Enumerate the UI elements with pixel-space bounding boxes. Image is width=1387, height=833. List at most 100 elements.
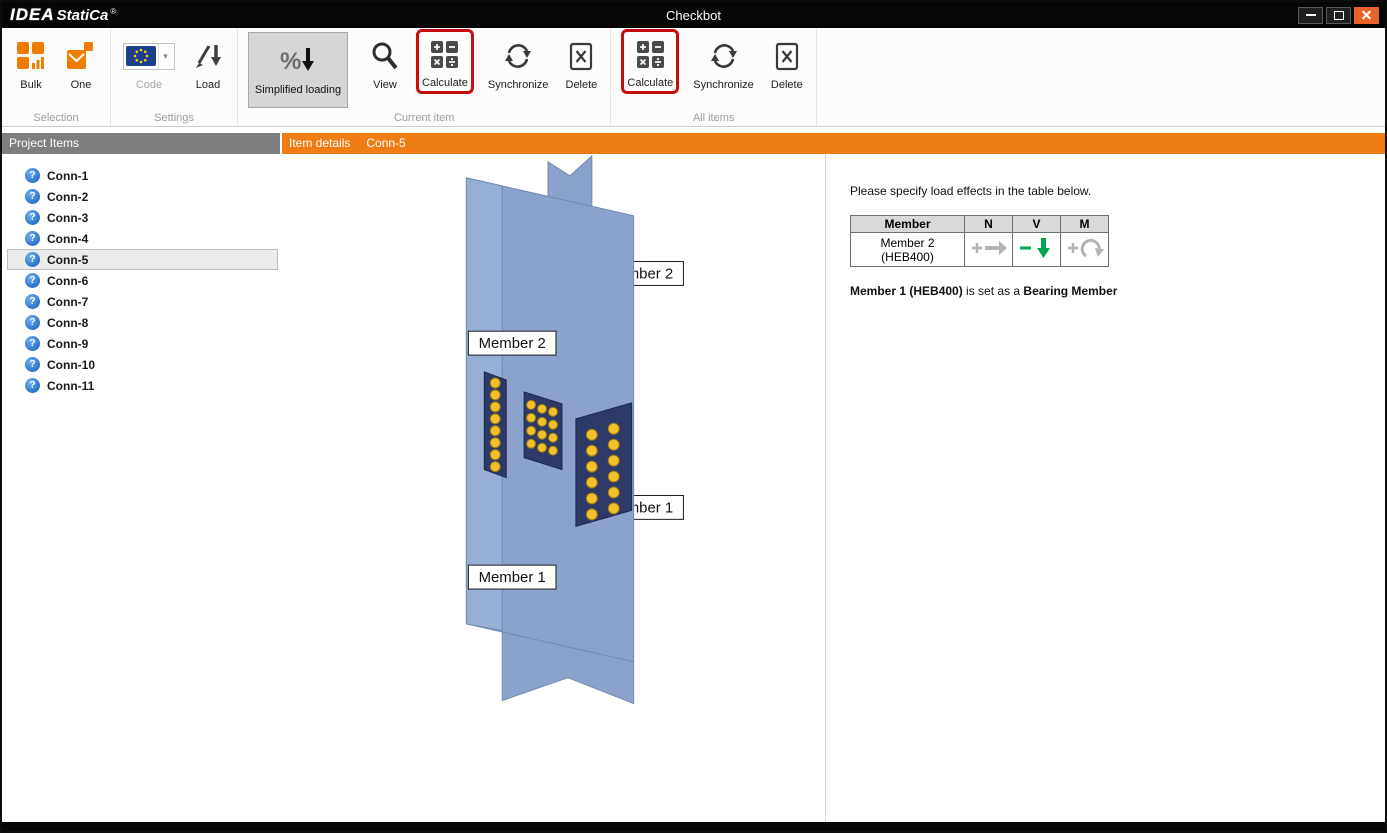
pen-download-icon [194,34,222,78]
group-label-settings: Settings [111,112,237,124]
project-items-list: ?Conn-1 ?Conn-2 ?Conn-3 ?Conn-4 ?Conn-5 … [2,154,280,822]
sidebar-item-conn-10[interactable]: ?Conn-10 [7,354,278,375]
sidebar-item-conn-8[interactable]: ?Conn-8 [7,312,278,333]
col-header-m: M [1061,216,1109,233]
group-label-all-items: All items [611,112,815,124]
question-icon: ? [25,168,40,183]
load-instruction-text: Please specify load effects in the table… [850,184,1385,198]
svg-text:%: % [280,48,301,75]
question-icon: ? [25,252,40,267]
maximize-button[interactable] [1326,7,1351,24]
sidebar-item-conn-6[interactable]: ?Conn-6 [7,270,278,291]
project-items-header: Project Items [2,133,280,154]
calculate-current-button[interactable]: Calculate [416,29,474,94]
item-details-current: Conn-5 [366,133,405,154]
sidebar-item-conn-9[interactable]: ?Conn-9 [7,333,278,354]
one-button[interactable]: One [62,32,100,93]
bulk-icon [17,34,45,78]
sidebar-item-conn-4[interactable]: ?Conn-4 [7,228,278,249]
view-button[interactable]: View [366,32,404,93]
svg-text:Member 1: Member 1 [479,569,546,586]
percent-download-icon: % [279,45,317,80]
load-effects-panel: Please specify load effects in the table… [826,154,1385,822]
question-icon: ? [25,210,40,225]
window-title: Checkbot [2,8,1385,23]
calculate-current-label: Calculate [422,77,468,89]
simplified-loading-label: Simplified loading [255,84,341,96]
title-bar: IDEA StatiCa ® Checkbot [2,2,1385,28]
delete-document-icon [774,34,800,78]
calculator-icon [637,32,664,76]
delete-current-label: Delete [566,79,598,91]
load-effects-table: Member N V M Member 2 (HEB400) [850,215,1109,267]
col-header-member: Member [851,216,965,233]
question-icon: ? [25,273,40,288]
sidebar-item-conn-7[interactable]: ?Conn-7 [7,291,278,312]
calculator-icon [431,32,458,76]
close-button[interactable] [1354,7,1379,24]
one-icon [67,34,95,78]
connection-3d-view: Member 2 Member 1 [280,154,826,822]
bolt-plate-middle [524,392,562,470]
note-bearing-text: Bearing Member [1023,284,1117,298]
magnifier-icon [371,34,399,78]
ribbon-group-settings: ▾ Code Load [111,28,238,126]
group-label-selection: Selection [2,112,110,124]
bulk-button[interactable]: Bulk [12,32,50,93]
member2-label: Member 2 [468,331,556,355]
bottom-status-bar [2,822,1385,831]
m-load-cell[interactable] [1061,233,1109,267]
question-icon: ? [25,357,40,372]
synchronize-all-label: Synchronize [693,79,754,91]
load-label: Load [196,79,220,91]
brand-registered-mark: ® [110,7,116,16]
window-controls [1298,7,1385,24]
sidebar-item-conn-5[interactable]: ?Conn-5 [7,249,278,270]
minus-arrow-down-icon [1017,236,1057,260]
sidebar-item-conn-11[interactable]: ?Conn-11 [7,375,278,396]
sidebar-item-conn-1[interactable]: ?Conn-1 [7,165,278,186]
table-row: Member 2 (HEB400) [851,233,1109,267]
col-header-v: V [1013,216,1061,233]
simplified-loading-button[interactable]: % Simplified loading [248,32,348,108]
bulk-label: Bulk [20,79,41,91]
one-label: One [71,79,92,91]
checkbot-window: IDEA StatiCa ® Checkbot [0,0,1387,833]
code-dropdown[interactable]: ▾ Code [121,32,177,93]
n-load-cell[interactable] [965,233,1013,267]
group-label-current-item: Current item [238,112,610,124]
refresh-icon [503,34,533,78]
question-icon: ? [25,189,40,204]
ribbon-group-current-item: % Simplified loading View [238,28,611,126]
bolt-plate-left [484,372,506,478]
delete-current-button[interactable]: Delete [562,32,600,93]
load-button[interactable]: Load [189,32,227,93]
code-select-box[interactable]: ▾ [123,43,175,70]
minimize-button[interactable] [1298,7,1323,24]
calculate-all-button[interactable]: Calculate [621,29,679,94]
sidebar-item-conn-2[interactable]: ?Conn-2 [7,186,278,207]
sidebar-item-conn-3[interactable]: ?Conn-3 [7,207,278,228]
question-icon: ? [25,378,40,393]
item-details-header: Item details Conn-5 [282,133,1385,154]
delete-document-icon [568,34,594,78]
bearing-member-note: Member 1 (HEB400) is set as a Bearing Me… [850,284,1385,298]
svg-text:Member 2: Member 2 [479,335,546,352]
question-icon: ? [25,294,40,309]
synchronize-all-button[interactable]: Synchronize [691,32,756,93]
ribbon-group-selection: Bulk One Selection [2,28,111,126]
v-load-cell[interactable] [1013,233,1061,267]
calculate-all-label: Calculate [627,77,673,89]
synchronize-current-button[interactable]: Synchronize [486,32,551,93]
delete-all-button[interactable]: Delete [768,32,806,93]
section-headers: Project Items Item details Conn-5 [2,133,1385,154]
member1-label: Member 1 [468,565,556,589]
brand-statica: StatiCa [57,7,109,24]
synchronize-current-label: Synchronize [488,79,549,91]
plus-arrow-rotate-icon [1065,236,1105,260]
chevron-down-icon: ▾ [158,44,172,69]
question-icon: ? [25,231,40,246]
eu-flag-icon [124,45,158,67]
question-icon: ? [25,336,40,351]
connection-3d-viewport[interactable]: Member 2 Member 1 [280,154,826,822]
